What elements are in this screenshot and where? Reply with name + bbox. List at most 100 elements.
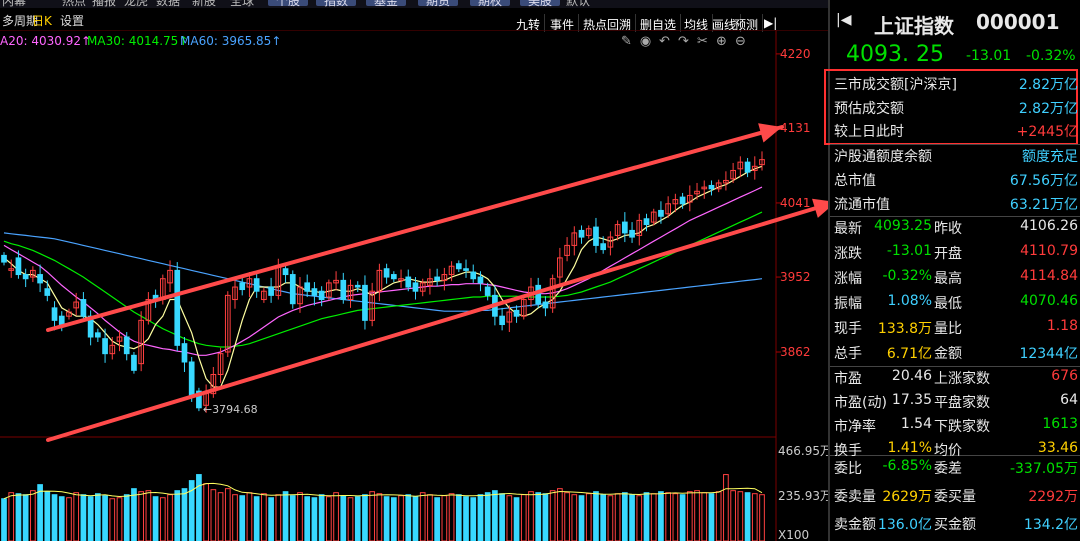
field-value: 1.54 (900, 416, 932, 432)
candle-body (383, 268, 390, 278)
candle-body (44, 288, 51, 296)
candle-body (679, 196, 686, 205)
field-value: 4110.79 (1020, 243, 1078, 259)
field-label: 下跌家数 (934, 419, 990, 435)
volume-bar (174, 490, 181, 541)
candle-body (253, 278, 260, 292)
turnover-value: +2445亿 (1016, 124, 1078, 140)
field-label: 昨收 (934, 221, 962, 237)
field-value: -13.01 (886, 243, 932, 259)
price-change-pct: -0.32% (1026, 48, 1076, 64)
price-tick: 4220 (780, 47, 811, 61)
candle-body (318, 290, 325, 301)
volume-bar (715, 491, 722, 541)
quote-panel: |◀ 上证指数 000001 4093. 25 -13.01 -0.32% 三市… (824, 0, 1080, 541)
volume-bar (123, 494, 130, 541)
volume-bar (44, 491, 51, 541)
tool-daily[interactable]: 日K (32, 12, 52, 29)
tool-settings[interactable]: 设置 (60, 12, 84, 29)
volume-bar (8, 492, 15, 541)
turnover-label: 三市成交额[沪深京] (834, 77, 957, 93)
stat-row: 市盈(动) 17.35 平盘家数 64 (830, 392, 1080, 416)
top-tab-8[interactable]: 指数 (316, 0, 357, 8)
volume-bar (289, 495, 296, 541)
volume-bar (614, 493, 621, 541)
volume-bar (549, 490, 556, 541)
volume-bar (80, 494, 87, 541)
top-tab-12[interactable]: 美股 (520, 0, 561, 8)
top-tab-5[interactable]: 新股 (192, 0, 216, 8)
volume-bar (477, 494, 484, 541)
volume-bar (145, 490, 152, 541)
info-value: 63.21万亿 (1009, 197, 1078, 213)
volume-bar (326, 496, 332, 541)
candle-body (51, 307, 58, 321)
volume-bar (607, 495, 614, 541)
volume-bar (268, 497, 274, 541)
volume-bar (484, 492, 491, 541)
kline-chart[interactable]: ←3794.68 4220 4131 4041 3952 3862 466.95万 235.… (0, 30, 828, 541)
top-tab-7[interactable]: 个股 (268, 0, 309, 8)
candle-body (513, 309, 520, 317)
field-label: 市盈(动) (834, 395, 887, 411)
candle-body (58, 315, 65, 326)
volume-bar (304, 496, 311, 541)
volume-bar (87, 496, 94, 541)
volume-bar (492, 490, 498, 541)
candle-body (600, 243, 607, 251)
volume-bar (585, 493, 592, 541)
volume-bar (224, 488, 231, 541)
candle-body (80, 299, 87, 317)
volume-bar (759, 494, 765, 541)
field-value: 6.71亿 (886, 346, 932, 362)
volume-bar (217, 492, 224, 541)
field-value: 64 (1060, 392, 1078, 408)
volume-bar (427, 494, 433, 541)
volume-bar (412, 496, 419, 541)
top-tab-0[interactable]: 内幕 (2, 0, 26, 8)
candle-body (188, 361, 195, 396)
top-tab-10[interactable]: 期货 (418, 0, 459, 8)
volume-bar (629, 494, 635, 541)
field-label: 均价 (934, 443, 962, 459)
top-tab-11[interactable]: 期权 (470, 0, 511, 8)
volume-bar (333, 492, 339, 541)
volume-bar (398, 495, 404, 541)
volume-bar (362, 494, 368, 541)
volume-bar (621, 492, 628, 541)
candle-body (22, 274, 29, 280)
field-label: 振幅 (834, 296, 862, 312)
candle-body (174, 269, 181, 346)
volume-bar (311, 497, 318, 541)
volume-bar (535, 492, 542, 541)
volume-bar (95, 493, 101, 541)
volume-bar (376, 493, 383, 541)
top-tab-1[interactable]: 热点 (62, 0, 86, 8)
top-tab-2[interactable]: 播报 (92, 0, 116, 8)
top-tab-4[interactable]: 数据 (156, 0, 180, 8)
volume-bar (650, 493, 657, 541)
candle-body (289, 274, 296, 305)
top-tab-3[interactable]: 龙虎 (124, 0, 148, 8)
top-tab-9[interactable]: 基金 (366, 0, 407, 8)
field-label: 委比 (834, 461, 862, 477)
volume-bar (557, 488, 563, 541)
volume-bars (1, 474, 765, 541)
volume-bar (672, 493, 679, 541)
volume-bar (15, 493, 22, 541)
field-value: 136.0亿 (877, 517, 932, 533)
candle-body (268, 286, 274, 296)
quote-row: 总手 6.71亿 金额 12344亿 (830, 343, 1080, 367)
candle-body (463, 268, 469, 271)
back-icon[interactable]: |◀ (836, 12, 851, 28)
volume-bar (744, 492, 751, 541)
order-row: 卖金额 136.0亿 买金额 134.2亿 (830, 514, 1080, 538)
volume-bar (701, 492, 708, 541)
volume-bar (665, 492, 671, 541)
top-tab-6[interactable]: 全球 (230, 0, 254, 8)
volume-bar (636, 495, 643, 541)
field-label: 买金额 (934, 517, 976, 533)
field-value: 1.18 (1046, 318, 1078, 334)
top-tab-13[interactable]: 默认 (566, 0, 590, 8)
candle-body (405, 276, 412, 288)
